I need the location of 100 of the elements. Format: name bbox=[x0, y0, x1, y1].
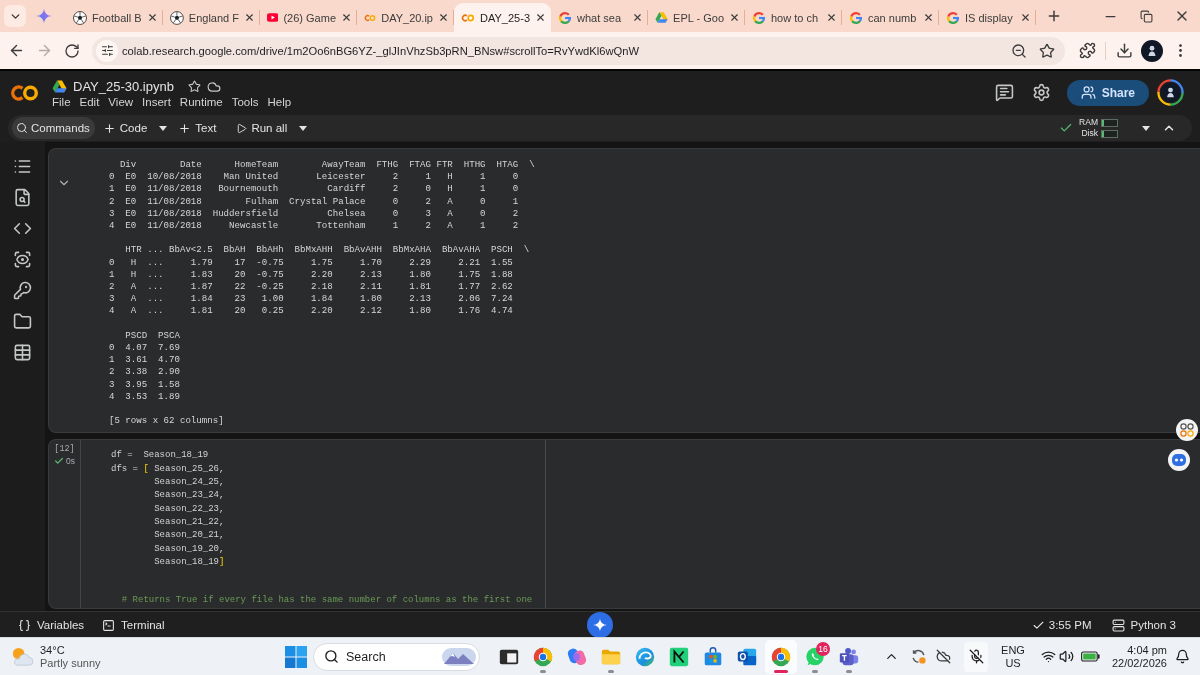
speaker-icon[interactable] bbox=[1058, 649, 1074, 664]
code-line: Season_19_20, bbox=[153, 542, 225, 556]
zoom-icon[interactable] bbox=[1011, 42, 1027, 59]
browser-tab[interactable]: what sea bbox=[551, 3, 648, 32]
clock-time[interactable]: 4:04 pm bbox=[1127, 644, 1167, 656]
url-text: colab.research.google.com/drive/1m2Oo6nBG6YZ-_glJInVhzSb3pRN_BNsw#scrollTo=RvYwdKl6wQnW bbox=[122, 44, 640, 57]
run-all-button[interactable]: Run all bbox=[233, 117, 291, 139]
menu-item[interactable]: File bbox=[52, 96, 71, 108]
star-icon[interactable] bbox=[187, 80, 201, 93]
notebook-title[interactable]: DAY_25-30.ipynb bbox=[73, 79, 174, 94]
bell-icon[interactable] bbox=[1175, 649, 1190, 664]
clock-date[interactable]: 22/02/2026 bbox=[1111, 657, 1167, 669]
region-code[interactable]: US bbox=[1005, 657, 1021, 669]
restore-icon[interactable] bbox=[1139, 9, 1153, 23]
browser-tab[interactable]: DAY_25-3 bbox=[454, 3, 551, 32]
tab-search-button[interactable] bbox=[4, 5, 26, 27]
close-tab-icon[interactable] bbox=[1020, 12, 1031, 23]
new-tab-icon[interactable] bbox=[1046, 8, 1062, 24]
caret-icon[interactable] bbox=[299, 125, 308, 131]
share-button[interactable]: Share bbox=[1066, 79, 1149, 106]
close-tab-icon[interactable] bbox=[341, 12, 352, 23]
rings-logo-icon[interactable] bbox=[10, 83, 40, 102]
close-tab-icon[interactable] bbox=[147, 12, 158, 23]
address-bar[interactable]: colab.research.google.com/drive/1m2Oo6nBG6YZ-_glJInVhzSb3pRN_BNsw#scrollTo=RvYwdKl6wQnW bbox=[92, 36, 1065, 65]
add-text-button[interactable]: Text bbox=[175, 117, 220, 139]
browser-tab[interactable]: Football B bbox=[66, 3, 163, 32]
menu-item[interactable]: Tools bbox=[231, 96, 259, 108]
browser-tab[interactable]: IS display bbox=[939, 3, 1036, 32]
eye-icon[interactable] bbox=[13, 250, 32, 269]
menu-item[interactable]: Insert bbox=[142, 96, 171, 108]
four-circles-icon[interactable] bbox=[1176, 419, 1198, 441]
close-tab-icon[interactable] bbox=[244, 12, 255, 23]
account-avatar-icon[interactable] bbox=[1157, 79, 1184, 106]
profile-avatar-icon[interactable] bbox=[1141, 39, 1163, 62]
bookmark-star-icon[interactable] bbox=[1039, 42, 1055, 59]
output-line: 3 A ... 1.84 23 1.00 1.84 1.80 2.13 2.06 7.24 bbox=[109, 293, 513, 306]
terminal-icon bbox=[102, 618, 116, 632]
output-line: 1 3.61 4.70 bbox=[109, 354, 180, 367]
notification-badge: 16 bbox=[816, 641, 830, 656]
sync-icon[interactable] bbox=[910, 648, 928, 665]
add-code-button[interactable]: Code bbox=[99, 117, 151, 139]
mic-button[interactable] bbox=[964, 641, 989, 672]
g-logo-icon bbox=[946, 10, 960, 25]
output-line: 3 E0 11/08/2018 Huddersfield Chelsea 0 3 A 0 2 bbox=[109, 207, 519, 220]
temperature-text: 34°C bbox=[40, 644, 66, 656]
extensions-icon[interactable] bbox=[1078, 42, 1096, 59]
browser-tab[interactable]: (26) Game bbox=[260, 3, 357, 32]
four-squares-icon[interactable] bbox=[284, 644, 308, 669]
reload-icon[interactable] bbox=[64, 42, 80, 59]
file-search-icon[interactable] bbox=[13, 188, 32, 207]
code-line: Season_22_23, bbox=[153, 502, 225, 516]
terminal-button[interactable]: Terminal bbox=[100, 618, 167, 632]
commands-button[interactable]: Commands bbox=[12, 117, 95, 139]
menu-item[interactable]: Edit bbox=[79, 96, 100, 108]
close-tab-icon[interactable] bbox=[632, 12, 643, 23]
list-icon[interactable] bbox=[13, 157, 32, 176]
runtime-button[interactable]: Python 3 bbox=[1109, 618, 1178, 632]
rings-logo-icon bbox=[364, 12, 377, 23]
folder-icon[interactable] bbox=[13, 312, 32, 331]
browser-tab[interactable]: EPL - Goo bbox=[648, 3, 745, 32]
code-line: Season_21_22, bbox=[153, 515, 225, 529]
variables-button[interactable]: Variables bbox=[16, 618, 87, 632]
site-info-button[interactable] bbox=[96, 39, 118, 62]
taskbar-app-button[interactable]: 16 bbox=[799, 639, 831, 674]
output-line: 4 E0 11/08/2018 Newcastle Tottenham 1 2 A 1 2 bbox=[109, 220, 519, 233]
table-icon[interactable] bbox=[13, 343, 32, 362]
bot-face-icon[interactable] bbox=[1168, 449, 1190, 471]
settings-icon[interactable] bbox=[1031, 83, 1051, 102]
close-tab-icon[interactable] bbox=[729, 12, 740, 23]
key-icon[interactable] bbox=[13, 281, 32, 300]
browser-tab[interactable]: England F bbox=[163, 3, 260, 32]
sparkle-icon[interactable] bbox=[587, 612, 613, 638]
browser-tab[interactable]: how to ch bbox=[745, 3, 842, 32]
output-line: 1 E0 11/08/2018 Bournemouth Cardiff 2 0 H 1 0 bbox=[109, 183, 519, 196]
close-tab-icon[interactable] bbox=[923, 12, 934, 23]
download-icon[interactable] bbox=[1115, 42, 1133, 59]
close-tab-icon[interactable] bbox=[438, 12, 449, 23]
people-icon bbox=[1080, 85, 1096, 100]
menu-item[interactable]: Help bbox=[267, 96, 292, 108]
code-line: dfs = [ Season_25_26, bbox=[111, 462, 225, 476]
search-icon bbox=[16, 122, 28, 134]
browser-tab[interactable]: can numb bbox=[842, 3, 939, 32]
caret-icon[interactable] bbox=[159, 125, 168, 131]
comment-icon[interactable] bbox=[994, 83, 1014, 102]
battery-icon[interactable] bbox=[1080, 651, 1100, 662]
menu-item[interactable]: Runtime bbox=[179, 96, 223, 108]
output-line: PSCD PSCA bbox=[124, 329, 180, 342]
output-line: [5 rows x 62 columns] bbox=[109, 415, 224, 428]
browser-tab[interactable]: DAY_20.ip bbox=[357, 3, 454, 32]
wifi-icon[interactable] bbox=[1040, 649, 1056, 664]
language-code[interactable]: ENG bbox=[1001, 644, 1025, 656]
menu-item[interactable]: View bbox=[108, 96, 134, 108]
close-tab-icon[interactable] bbox=[826, 12, 837, 23]
swirl-icon bbox=[634, 645, 656, 668]
caret-icon[interactable] bbox=[1142, 125, 1150, 131]
cloud-icon[interactable] bbox=[206, 79, 221, 94]
resources-meter[interactable]: RAM Disk bbox=[1079, 118, 1118, 138]
cloud-off-icon[interactable] bbox=[936, 649, 952, 664]
close-tab-icon[interactable] bbox=[535, 12, 546, 23]
triangle-logo-icon bbox=[655, 11, 669, 24]
